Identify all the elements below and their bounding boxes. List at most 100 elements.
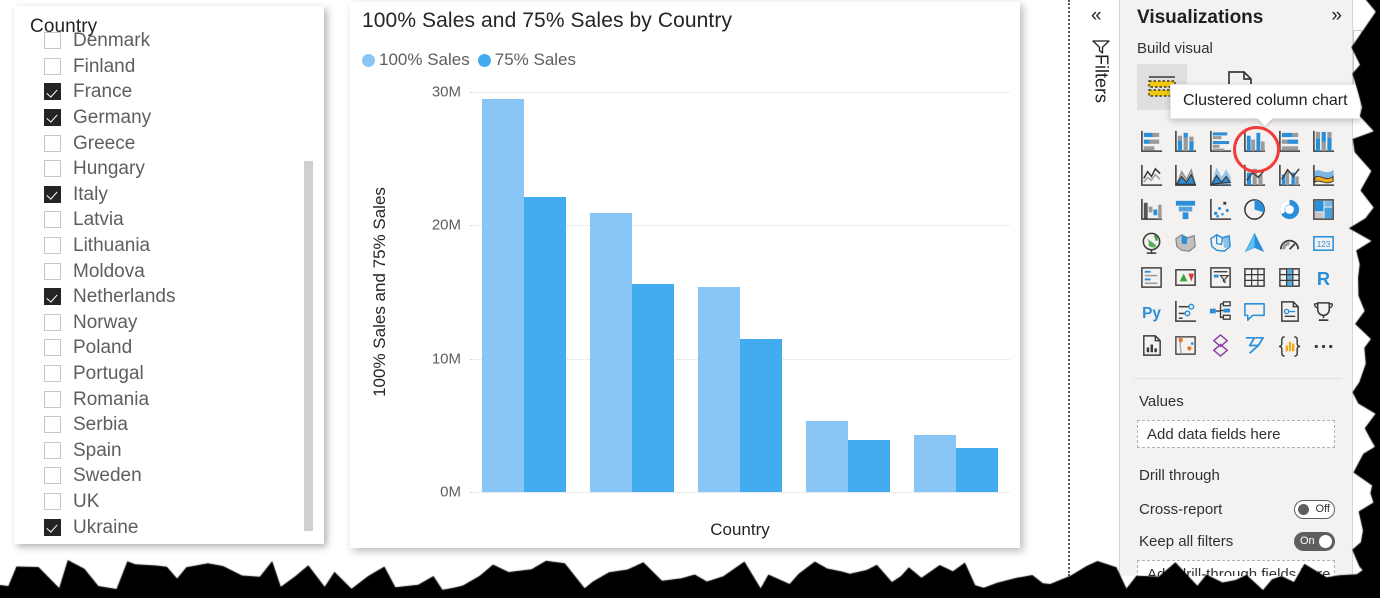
metrics-icon[interactable] <box>1307 294 1342 328</box>
slicer-item-norway[interactable]: Norway <box>14 310 324 336</box>
bar-germany-75-sales[interactable] <box>524 197 566 492</box>
kpi-icon[interactable] <box>1169 260 1204 294</box>
ribbon-chart-icon[interactable] <box>1307 158 1342 192</box>
100-stacked-bar-chart-icon[interactable] <box>1272 124 1307 158</box>
checkbox-serbia[interactable] <box>44 416 61 434</box>
card-icon[interactable]: 123 <box>1307 226 1342 260</box>
visual-type-gallery[interactable]: 123 R Py <box>1134 124 1342 362</box>
checkbox-norway[interactable] <box>44 313 61 331</box>
legend-item-100-sales[interactable]: 100% Sales <box>362 50 470 70</box>
country-list[interactable]: Denmark Finland France Germany Greece Hungary… <box>14 28 324 538</box>
bar-ukraine-100-sales[interactable] <box>590 213 632 492</box>
map-icon[interactable] <box>1134 226 1169 260</box>
slicer-item-italy[interactable]: Italy <box>14 182 324 208</box>
checkbox-spain[interactable] <box>44 441 61 459</box>
checkbox-france[interactable] <box>44 83 61 101</box>
slicer-item-latvia[interactable]: Latvia <box>14 207 324 233</box>
power-apps-icon[interactable] <box>1203 328 1238 362</box>
slicer-item-serbia[interactable]: Serbia <box>14 412 324 438</box>
ellipsis-icon[interactable] <box>1307 328 1342 362</box>
legend-item-75-sales[interactable]: 75% Sales <box>477 50 576 70</box>
line-and-stacked-column-chart-icon[interactable] <box>1238 158 1273 192</box>
azure-map-icon[interactable] <box>1238 226 1273 260</box>
slicer-item-denmark[interactable]: Denmark <box>14 28 324 54</box>
checkbox-latvia[interactable] <box>44 211 61 229</box>
area-chart-icon[interactable] <box>1169 158 1204 192</box>
checkbox-moldova[interactable] <box>44 262 61 280</box>
multi-row-card-icon[interactable] <box>1134 260 1169 294</box>
waterfall-chart-icon[interactable] <box>1134 192 1169 226</box>
donut-chart-icon[interactable] <box>1272 192 1307 226</box>
decomposition-tree-icon[interactable] <box>1203 294 1238 328</box>
more-visuals-icon[interactable] <box>1272 328 1307 362</box>
bar-germany-100-sales[interactable] <box>482 98 524 492</box>
stacked-bar-chart-icon[interactable] <box>1134 124 1169 158</box>
filled-map-icon[interactable] <box>1169 226 1204 260</box>
python-visual-icon[interactable]: Py <box>1134 294 1169 328</box>
slicer-item-spain[interactable]: Spain <box>14 438 324 464</box>
cross-report-toggle[interactable]: Off <box>1294 499 1335 519</box>
bar-ukraine-75-sales[interactable] <box>632 284 674 492</box>
line-chart-icon[interactable] <box>1134 158 1169 192</box>
slicer-item-finland[interactable]: Finland <box>14 54 324 80</box>
bar-france-75-sales[interactable] <box>848 440 890 492</box>
slicer-item-moldova[interactable]: Moldova <box>14 258 324 284</box>
values-field-dropzone[interactable]: Add data fields here <box>1137 420 1335 448</box>
pie-chart-icon[interactable] <box>1238 192 1273 226</box>
slicer-item-netherlands[interactable]: Netherlands <box>14 284 324 310</box>
arcgis-maps-icon[interactable] <box>1169 328 1204 362</box>
visualizations-pane-scrollbar[interactable] <box>1353 30 1362 90</box>
slicer-item-france[interactable]: France <box>14 79 324 105</box>
slicer-icon[interactable] <box>1203 260 1238 294</box>
checkbox-uk[interactable] <box>44 492 61 510</box>
checkbox-lithuania[interactable] <box>44 237 61 255</box>
treemap-icon[interactable] <box>1307 192 1342 226</box>
slicer-item-sweden[interactable]: Sweden <box>14 463 324 489</box>
checkbox-hungary[interactable] <box>44 160 61 178</box>
checkbox-poland[interactable] <box>44 339 61 357</box>
bar-italy-75-sales[interactable] <box>740 338 782 492</box>
slicer-item-germany[interactable]: Germany <box>14 105 324 131</box>
slicer-item-romania[interactable]: Romania <box>14 386 324 412</box>
power-automate-icon[interactable] <box>1238 328 1273 362</box>
paginated-report-icon[interactable] <box>1134 328 1169 362</box>
bar-netherlands-75-sales[interactable] <box>956 448 998 492</box>
slicer-item-greece[interactable]: Greece <box>14 130 324 156</box>
shape-map-icon[interactable] <box>1203 226 1238 260</box>
bar-italy-100-sales[interactable] <box>698 286 740 492</box>
slicer-scrollbar-thumb[interactable] <box>304 161 313 531</box>
slicer-item-ukraine[interactable]: Ukraine <box>14 514 324 538</box>
keep-all-filters-toggle[interactable]: On <box>1294 531 1335 551</box>
line-and-clustered-column-chart-icon[interactable] <box>1272 158 1307 192</box>
checkbox-sweden[interactable] <box>44 467 61 485</box>
slicer-item-lithuania[interactable]: Lithuania <box>14 233 324 259</box>
gauge-icon[interactable] <box>1272 226 1307 260</box>
checkbox-denmark[interactable] <box>44 32 61 50</box>
checkbox-italy[interactable] <box>44 185 61 203</box>
bar-netherlands-100-sales[interactable] <box>914 434 956 492</box>
chart-card[interactable]: 100% Sales and 75% Sales by Country 100%… <box>350 2 1020 598</box>
filters-rail-label[interactable]: Filters <box>1091 48 1112 110</box>
checkbox-finland[interactable] <box>44 57 61 75</box>
checkbox-germany[interactable] <box>44 109 61 127</box>
slicer-item-poland[interactable]: Poland <box>14 335 324 361</box>
slicer-item-uk[interactable]: UK <box>14 489 324 515</box>
bar-france-100-sales[interactable] <box>806 421 848 492</box>
checkbox-romania[interactable] <box>44 390 61 408</box>
cross-report-row[interactable]: Cross-report Off <box>1139 498 1335 520</box>
checkbox-portugal[interactable] <box>44 365 61 383</box>
checkbox-netherlands[interactable] <box>44 288 61 306</box>
matrix-icon[interactable] <box>1272 260 1307 294</box>
slicer-item-portugal[interactable]: Portugal <box>14 361 324 387</box>
checkbox-greece[interactable] <box>44 134 61 152</box>
table-icon[interactable] <box>1238 260 1273 294</box>
r-script-visual-icon[interactable]: R <box>1307 260 1342 294</box>
100-stacked-column-chart-icon[interactable] <box>1307 124 1342 158</box>
chevron-double-left-icon[interactable]: « <box>1091 6 1102 25</box>
clustered-bar-chart-icon[interactable] <box>1203 124 1238 158</box>
drill-through-dropzone[interactable]: Add drill-through fields here <box>1137 560 1335 576</box>
checkbox-ukraine[interactable] <box>44 518 61 536</box>
filters-rail[interactable]: « Filters <box>1083 0 1120 576</box>
keep-all-filters-row[interactable]: Keep all filters On <box>1139 530 1335 552</box>
clustered-column-chart-icon[interactable] <box>1238 124 1273 158</box>
